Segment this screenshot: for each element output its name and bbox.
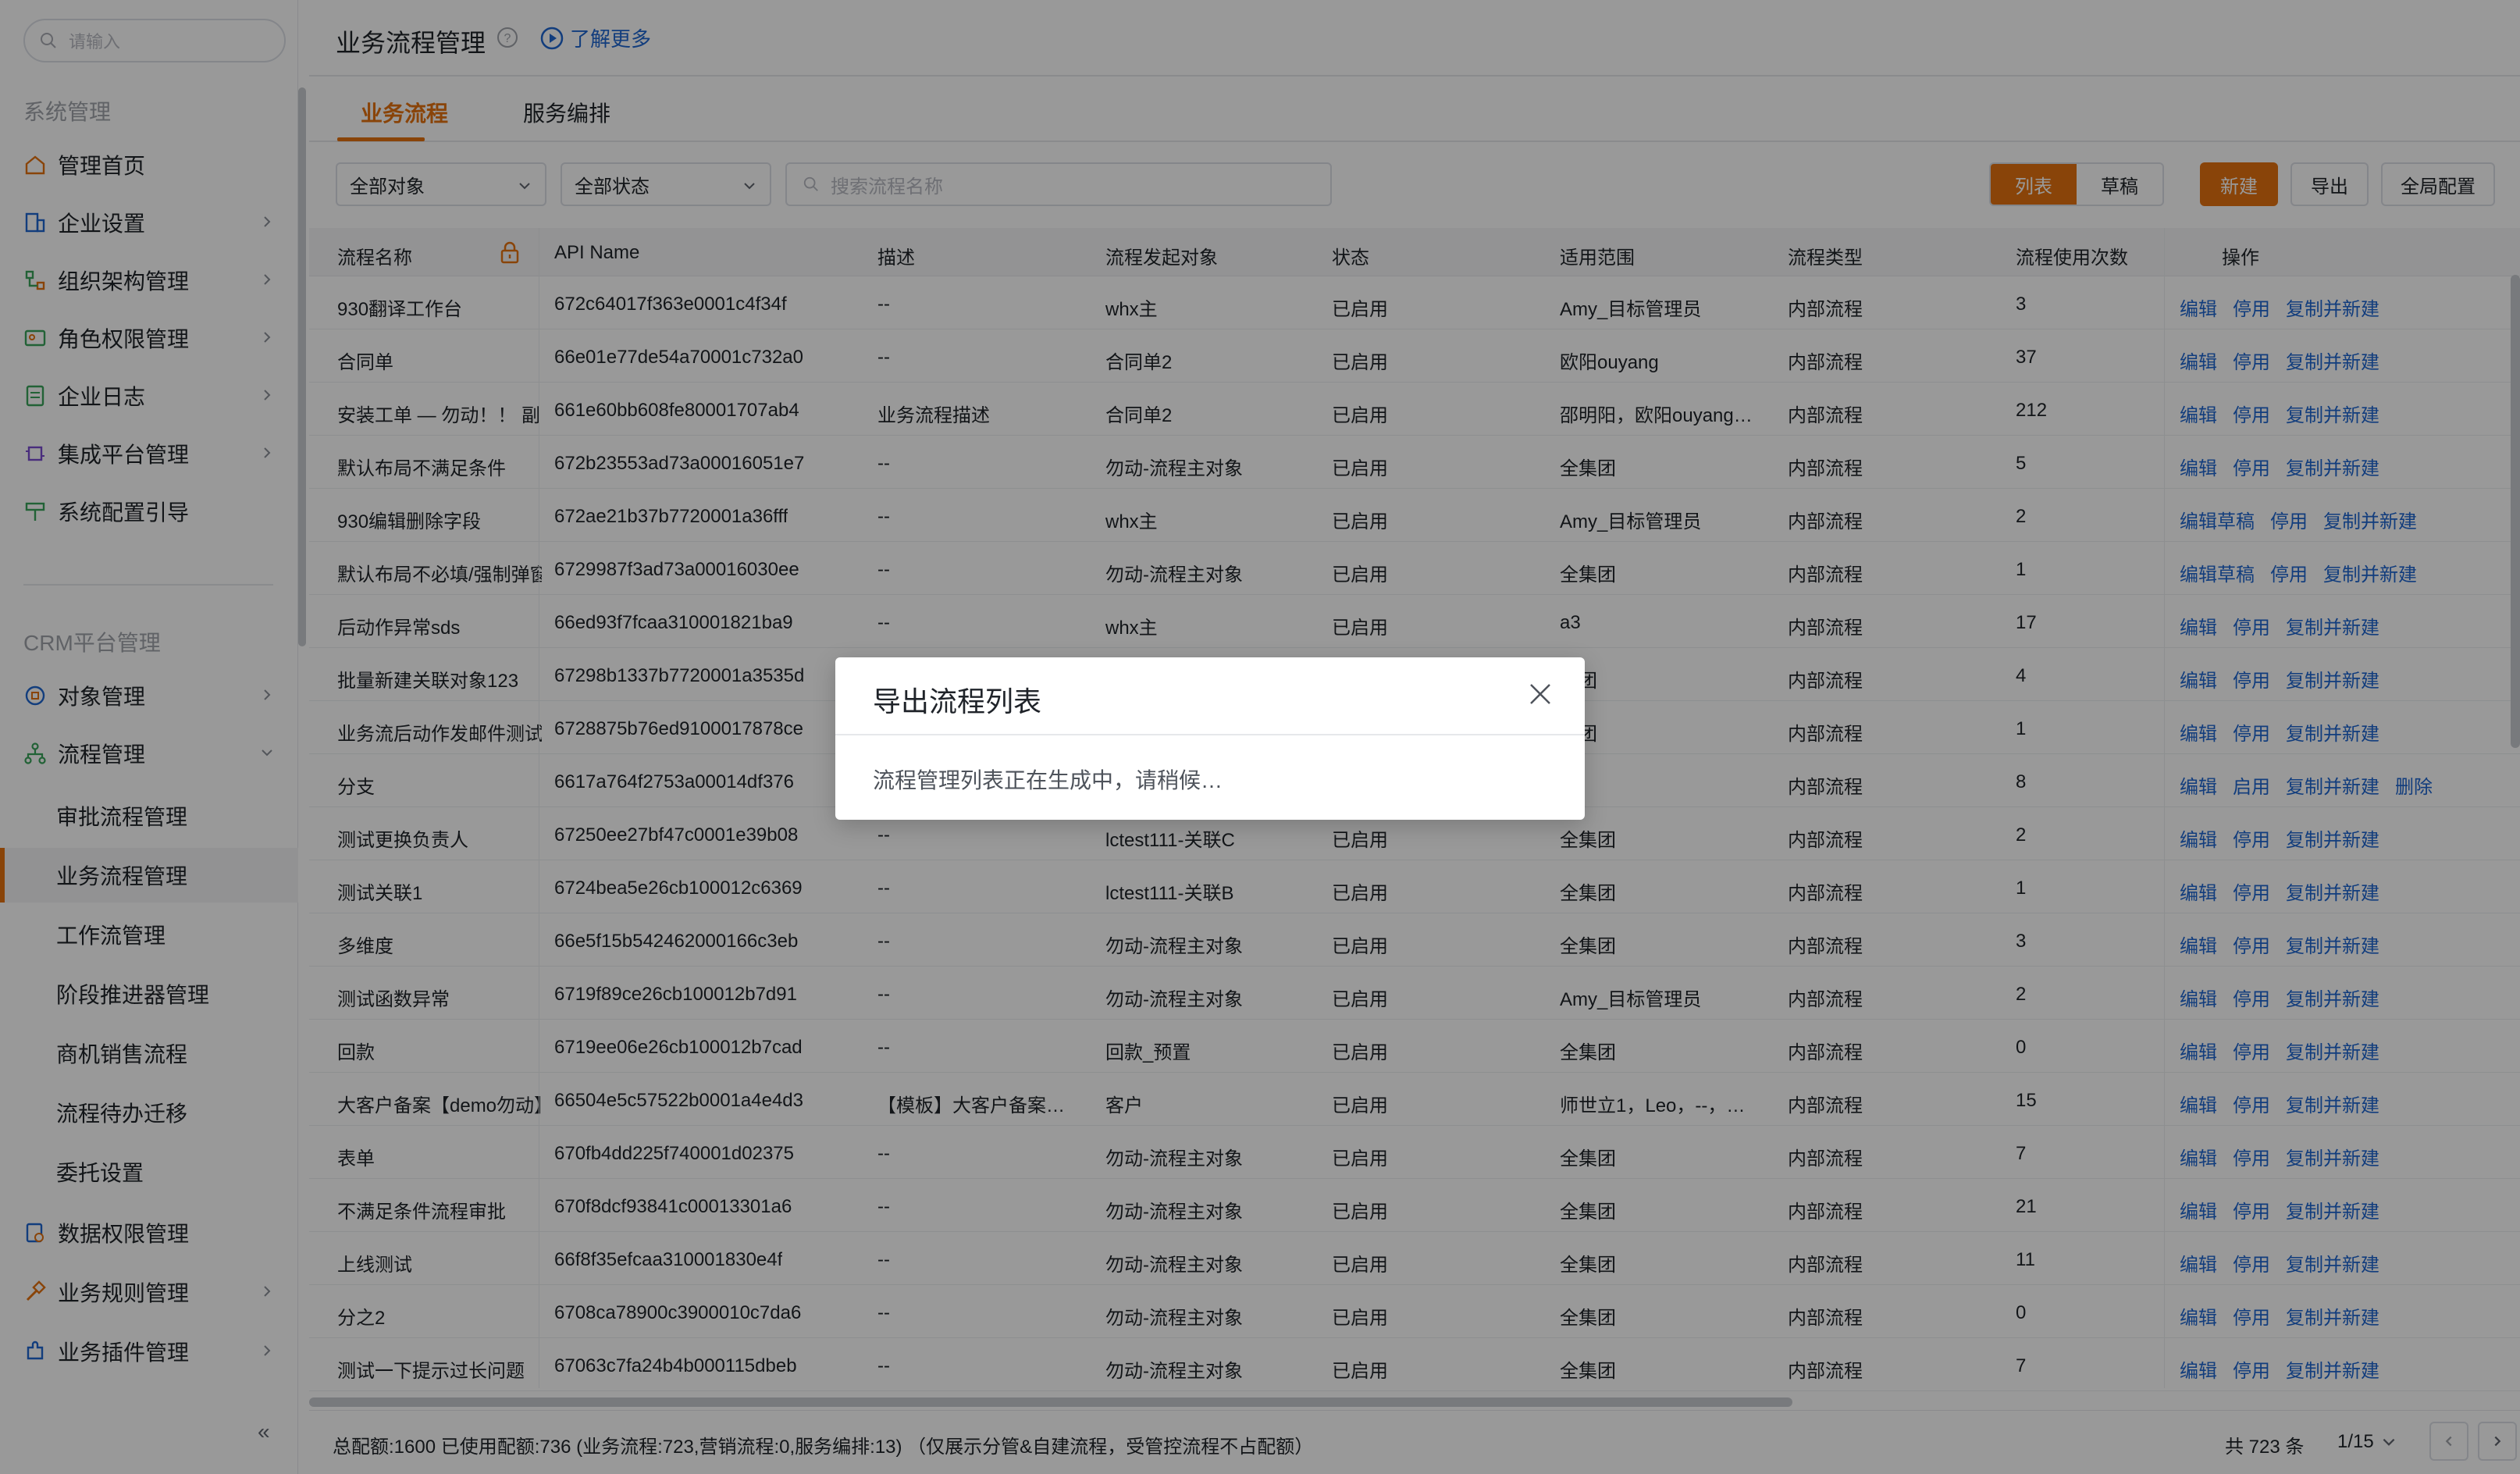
- export-dialog: 导出流程列表 流程管理列表正在生成中，请稍候…: [835, 657, 1585, 820]
- dialog-title: 导出流程列表: [873, 685, 1042, 717]
- dialog-message: 流程管理列表正在生成中，请稍候…: [873, 768, 1223, 792]
- dialog-header: 导出流程列表: [835, 657, 1585, 735]
- close-icon[interactable]: [1527, 681, 1554, 707]
